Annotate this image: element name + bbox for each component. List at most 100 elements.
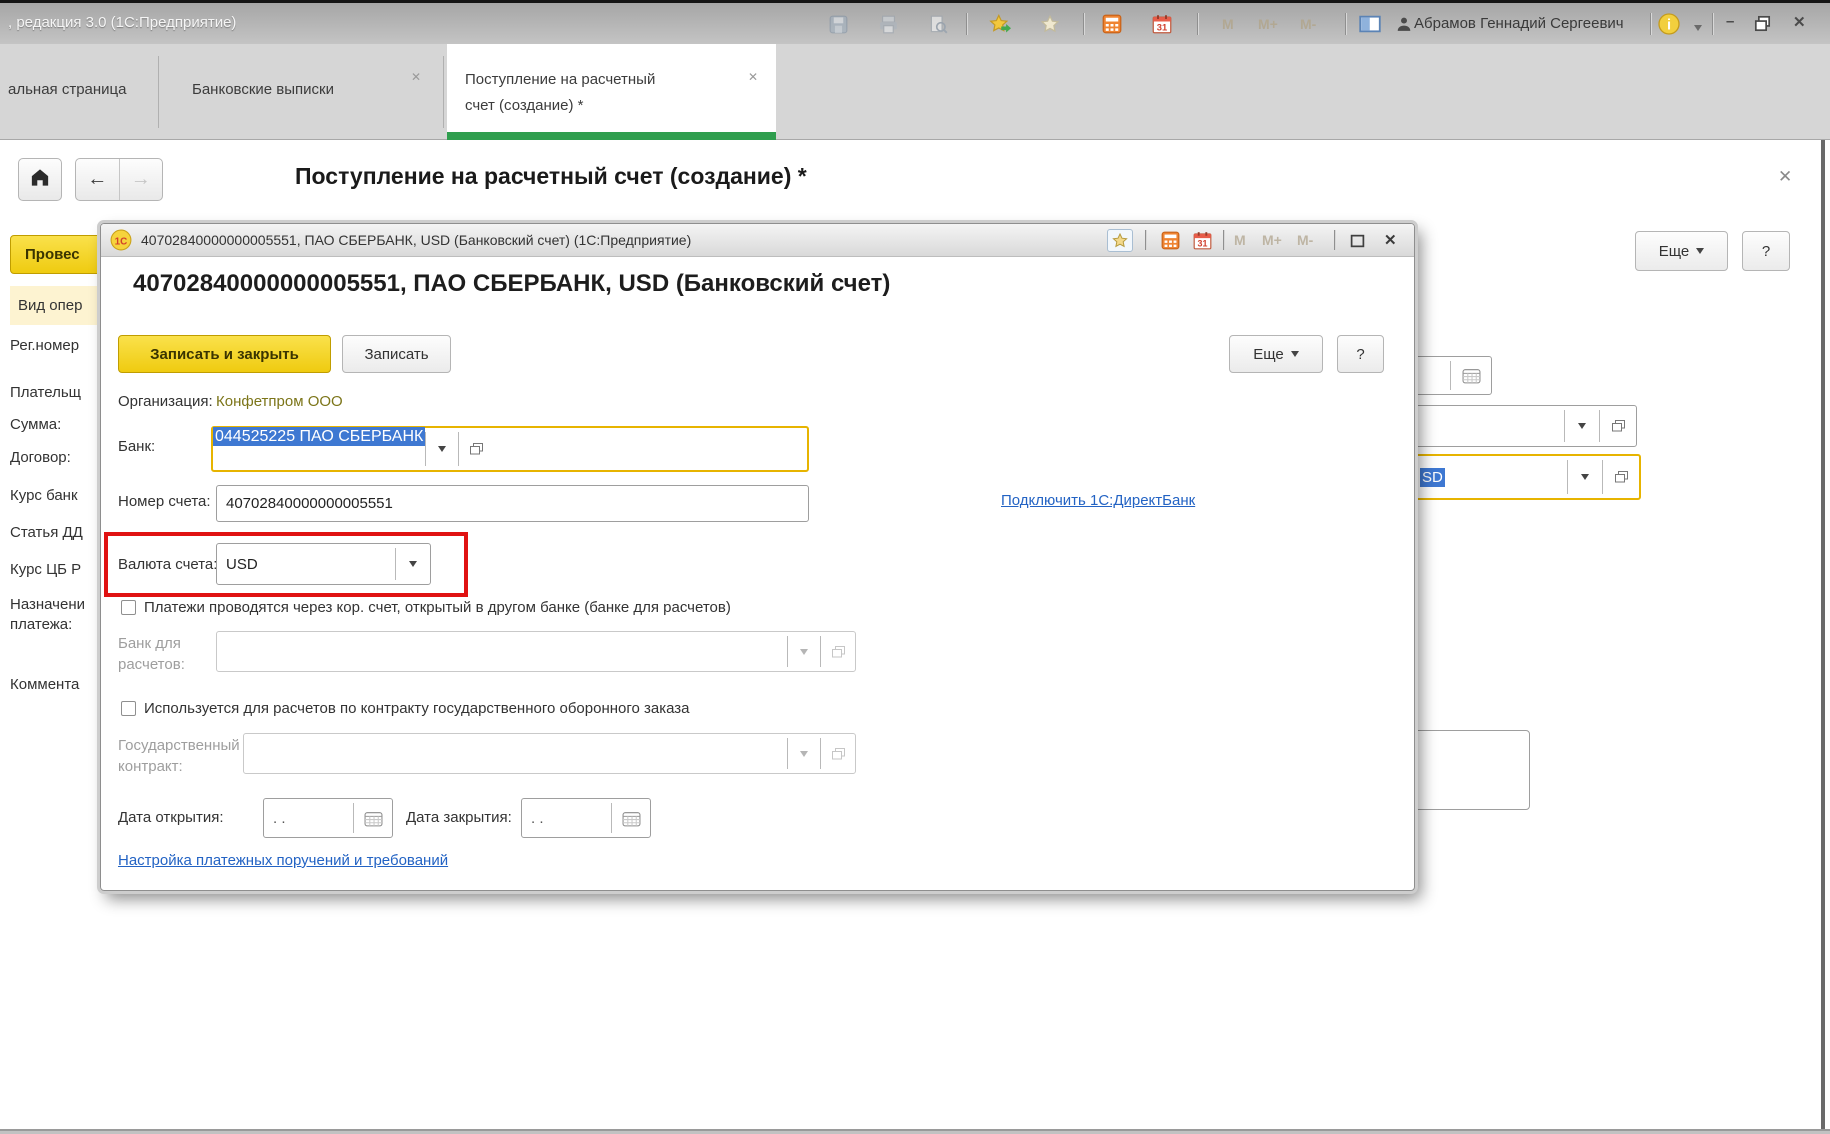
page-more-button[interactable]: Еще: [1635, 231, 1728, 271]
open-record-icon[interactable]: [1600, 406, 1636, 446]
open-record-icon[interactable]: [1603, 456, 1639, 498]
active-tab-indicator: [447, 132, 776, 140]
app-title: , редакция 3.0 (1С:Предприятие): [8, 14, 236, 31]
memory-m-minus-button[interactable]: M-: [1297, 232, 1313, 248]
gov-contract-field[interactable]: [243, 733, 856, 774]
close-tab-icon[interactable]: ✕: [748, 70, 758, 84]
page-title: Поступление на расчетный счет (создание)…: [295, 163, 807, 190]
form-label-bank-rate: Курс банк: [10, 487, 78, 504]
tab-separator: [158, 56, 159, 128]
organization-label: Организация:: [118, 393, 213, 410]
open-record-icon[interactable]: [821, 632, 855, 671]
save-button[interactable]: Записать: [342, 335, 451, 373]
corr-bank-label-1: Банк для: [118, 635, 181, 652]
open-record-icon[interactable]: [821, 734, 855, 773]
print-preview-icon[interactable]: [926, 12, 950, 36]
close-dialog-icon[interactable]: ✕: [1384, 231, 1397, 249]
toolbar-separator: [1223, 230, 1224, 250]
gov-contract-label-2: контракт:: [118, 758, 183, 775]
calendar-picker-icon[interactable]: [612, 799, 650, 837]
window-titlebar: , редакция 3.0 (1С:Предприятие) 31 M M+ …: [0, 3, 1830, 44]
calendar-icon[interactable]: 31: [1150, 12, 1174, 36]
selected-text: SD: [1420, 468, 1445, 487]
tab-home-page[interactable]: альная страница: [0, 44, 158, 140]
calculator-icon[interactable]: [1157, 229, 1183, 252]
gov-contract-checkbox-label: Используется для расчетов по контракту г…: [144, 700, 690, 717]
bank-label: Банк:: [118, 438, 155, 455]
print-icon[interactable]: [876, 12, 900, 36]
favorite-star-icon[interactable]: [1107, 229, 1133, 252]
close-date-label: Дата закрытия:: [406, 809, 512, 826]
close-tab-icon[interactable]: ✕: [411, 70, 421, 84]
tab-receipt-to-account[interactable]: Поступление на расчетный счет (создание)…: [447, 44, 776, 140]
dropdown-arrow-icon[interactable]: [788, 632, 820, 671]
minimize-button[interactable]: –: [1726, 13, 1734, 30]
currency-label: Валюта счета:: [118, 556, 217, 573]
close-date-field[interactable]: . .: [521, 798, 651, 838]
dropdown-arrow-icon[interactable]: [1568, 456, 1602, 498]
calendar-picker-icon[interactable]: [1451, 357, 1491, 394]
calendar-picker-icon[interactable]: [354, 799, 392, 837]
calculator-icon[interactable]: [1100, 12, 1124, 36]
open-date-field[interactable]: . .: [263, 798, 393, 838]
memory-m-button[interactable]: M: [1234, 232, 1246, 248]
dropdown-arrow-icon[interactable]: [396, 544, 430, 584]
form-label-cb-rate: Курс ЦБ Р: [10, 561, 81, 578]
add-favorite-icon[interactable]: [988, 12, 1012, 36]
svg-text:31: 31: [1197, 239, 1207, 249]
memory-m-plus-button[interactable]: M+: [1258, 16, 1278, 32]
account-number-field[interactable]: 40702840000000005551: [216, 485, 809, 522]
user-icon: [1392, 12, 1416, 36]
close-button[interactable]: ✕: [1793, 13, 1806, 31]
memory-m-plus-button[interactable]: M+: [1262, 232, 1282, 248]
svg-text:i: i: [1667, 17, 1671, 33]
restore-button[interactable]: [1750, 11, 1774, 35]
tab-separator: [443, 56, 444, 128]
split-window-icon[interactable]: [1358, 12, 1382, 36]
form-label-cashflow-item: Статья ДД: [10, 524, 83, 541]
corr-bank-field[interactable]: [216, 631, 856, 672]
dropdown-arrow-icon[interactable]: [426, 428, 458, 470]
application-window: , редакция 3.0 (1С:Предприятие) 31 M M+ …: [0, 0, 1830, 1134]
tab-bank-statements[interactable]: Банковские выписки ✕: [160, 44, 443, 140]
dialog-titlebar[interactable]: 1С 40702840000000005551, ПАО СБЕРБАНК, U…: [101, 224, 1414, 257]
current-user-name[interactable]: Абрамов Геннадий Сергеевич: [1414, 15, 1624, 32]
form-label-amount: Сумма:: [10, 416, 61, 433]
toolbar-separator: [1650, 13, 1651, 35]
memory-m-button[interactable]: M: [1222, 16, 1234, 32]
forward-button[interactable]: →: [120, 159, 163, 200]
form-label-regnumber: Рег.номер: [10, 337, 79, 354]
form-label-payer: Плательщ: [10, 384, 81, 401]
dialog-more-button[interactable]: Еще: [1229, 335, 1323, 373]
open-record-icon[interactable]: [459, 428, 493, 470]
dropdown-arrow-icon[interactable]: [788, 734, 820, 773]
currency-field[interactable]: USD: [216, 543, 431, 585]
back-button[interactable]: ←: [76, 159, 120, 200]
organization-value[interactable]: Конфетпром ООО: [216, 393, 343, 410]
home-button[interactable]: [18, 158, 62, 201]
memory-m-minus-button[interactable]: M-: [1300, 16, 1316, 32]
close-page-icon[interactable]: ✕: [1778, 167, 1792, 187]
save-icon[interactable]: [826, 12, 850, 36]
save-and-close-button[interactable]: Записать и закрыть: [118, 335, 331, 373]
maximize-dialog-icon[interactable]: [1344, 229, 1370, 252]
form-label-comment: Коммента: [10, 676, 79, 693]
gov-contract-checkbox[interactable]: [121, 701, 136, 716]
info-icon[interactable]: i: [1657, 12, 1681, 36]
directbank-link[interactable]: Подключить 1С:ДиректБанк: [1001, 492, 1195, 509]
payment-orders-settings-link[interactable]: Настройка платежных поручений и требован…: [118, 852, 448, 869]
dialog-title: 40702840000000005551, ПАО СБЕРБАНК, USD …: [141, 232, 691, 248]
dialog-help-button[interactable]: ?: [1337, 335, 1384, 373]
form-label-contract: Договор:: [10, 449, 71, 466]
1c-logo-icon: 1С: [110, 229, 132, 256]
svg-text:31: 31: [1157, 23, 1167, 33]
calendar-icon[interactable]: 31: [1189, 229, 1215, 252]
open-date-label: Дата открытия:: [118, 809, 224, 826]
dropdown-arrow-icon[interactable]: [1565, 406, 1599, 446]
page-help-button[interactable]: ?: [1742, 231, 1790, 271]
account-number-label: Номер счета:: [118, 493, 211, 510]
bank-field[interactable]: 044525225 ПАО СБЕРБАНК: [211, 426, 809, 472]
favorites-icon[interactable]: [1038, 12, 1062, 36]
corr-account-checkbox[interactable]: [121, 600, 136, 615]
chevron-down-icon[interactable]: [1686, 16, 1710, 40]
